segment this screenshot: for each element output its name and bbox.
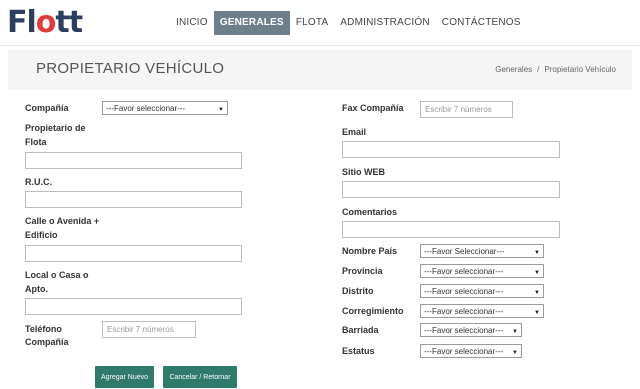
- compania-select-value: ---Favor seleccionar---: [106, 104, 186, 113]
- distrito-select-value: ---Favor seleccionar---: [424, 287, 504, 296]
- propietario-input[interactable]: [25, 152, 242, 169]
- cancel-return-button[interactable]: Cancelar / Retornar: [163, 366, 237, 388]
- nav-item-contactenos[interactable]: CONTÁCTENOS: [436, 11, 527, 35]
- pais-select-value: ---Favor Seleccionar---: [424, 247, 505, 256]
- add-new-button[interactable]: Agregar Nuevo: [95, 366, 154, 388]
- chevron-down-icon: ▼: [534, 250, 540, 256]
- provincia-select[interactable]: ---Favor seleccionar--- ▼: [420, 264, 544, 278]
- web-label: Sitio WEB: [342, 167, 385, 177]
- email-input[interactable]: [342, 141, 560, 158]
- estatus-label: Estatus: [342, 346, 375, 356]
- telefono-label-line1: Teléfono: [25, 324, 62, 334]
- barriada-label: Barriada: [342, 325, 379, 335]
- chevron-down-icon: ▼: [534, 270, 540, 276]
- chevron-down-icon: ▼: [534, 290, 540, 296]
- telefono-input[interactable]: Escribir 7 números: [102, 321, 196, 338]
- nav-item-flota[interactable]: FLOTA: [290, 11, 334, 35]
- calle-label-line1: Calle o Avenida +: [25, 216, 100, 226]
- provincia-select-value: ---Favor seleccionar---: [424, 267, 504, 276]
- page-title-bar: PROPIETARIO VEHÍCULO Generales / Propietar…: [8, 50, 632, 90]
- breadcrumb-parent[interactable]: Generales: [495, 65, 532, 74]
- breadcrumb-current: Propietario Vehículo: [544, 65, 616, 74]
- chevron-down-icon: ▼: [512, 350, 518, 356]
- fax-input[interactable]: Escribir 7 números: [420, 101, 513, 118]
- top-header: Fl o tt INICIO GENERALES FLOTA ADMINISTRAC…: [0, 0, 640, 46]
- breadcrumb-separator: /: [537, 65, 540, 74]
- propietario-label-line2: Flota: [25, 137, 47, 147]
- page-title: PROPIETARIO VEHÍCULO: [36, 60, 225, 77]
- estatus-select-value: ---Favor seleccionar---: [424, 347, 504, 356]
- corregimiento-select-value: ---Favor seleccionar---: [424, 307, 504, 316]
- pais-select[interactable]: ---Favor Seleccionar--- ▼: [420, 244, 544, 258]
- propietario-label-line1: Propietario de: [25, 123, 86, 133]
- chevron-down-icon: ▼: [534, 310, 540, 316]
- estatus-select[interactable]: ---Favor seleccionar--- ▼: [420, 344, 522, 358]
- corregimiento-select[interactable]: ---Favor seleccionar--- ▼: [420, 304, 544, 318]
- flott-logo[interactable]: Fl o tt: [7, 4, 83, 40]
- corregimiento-label: Corregimiento: [342, 306, 404, 316]
- main-nav: INICIO GENERALES FLOTA ADMINISTRACIÓN CO…: [170, 11, 527, 35]
- ruc-label: R.U.C.: [25, 177, 52, 187]
- comentarios-label: Comentarios: [342, 207, 398, 217]
- web-input[interactable]: [342, 181, 560, 198]
- telefono-label-line2: Compañía: [25, 337, 69, 347]
- logo-accent: o: [35, 4, 57, 40]
- calle-label-line2: Edificio: [25, 230, 58, 240]
- calle-input[interactable]: [25, 245, 242, 262]
- chevron-down-icon: ▼: [512, 329, 518, 335]
- comentarios-input[interactable]: [342, 221, 560, 238]
- fax-label: Fax Compañía: [342, 103, 404, 113]
- nav-item-inicio[interactable]: INICIO: [170, 11, 214, 35]
- email-label: Email: [342, 127, 367, 137]
- compania-select[interactable]: ---Favor seleccionar--- ▼: [102, 101, 228, 115]
- nav-item-generales[interactable]: GENERALES: [213, 11, 290, 35]
- logo-text-end: tt: [55, 4, 83, 40]
- nav-item-administracion[interactable]: ADMINISTRACIÓN: [334, 11, 435, 35]
- chevron-down-icon: ▼: [218, 107, 224, 113]
- logo-text: Fl: [7, 4, 37, 40]
- breadcrumb: Generales / Propietario Vehículo: [495, 65, 616, 74]
- distrito-select[interactable]: ---Favor seleccionar--- ▼: [420, 284, 544, 298]
- local-label-line2: Apto.: [25, 284, 48, 294]
- provincia-label: Provincia: [342, 266, 383, 276]
- compania-label: Compañía: [25, 103, 69, 113]
- local-label-line1: Local o Casa o: [25, 270, 89, 280]
- barriada-select-value: ---Favor seleccionar---: [424, 326, 504, 335]
- ruc-input[interactable]: [25, 191, 242, 208]
- distrito-label: Distrito: [342, 286, 374, 296]
- barriada-select[interactable]: ---Favor seleccionar--- ▼: [420, 323, 522, 337]
- pais-label: Nombre País: [342, 246, 398, 256]
- local-input[interactable]: [25, 298, 242, 315]
